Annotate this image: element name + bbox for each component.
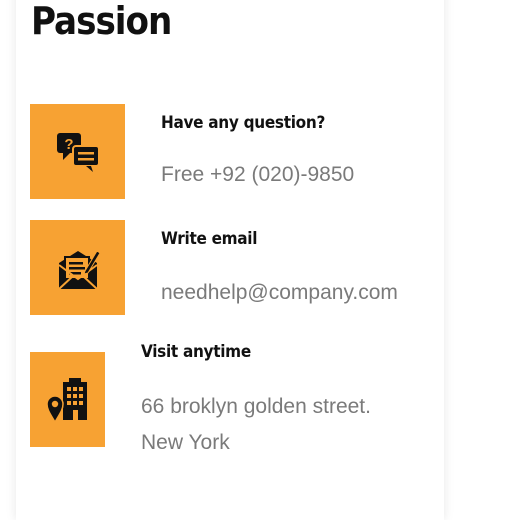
address-line2: New York [141,431,230,454]
page-title: Passion [31,0,172,43]
phone-number[interactable]: Free +92 (020)-9850 [161,157,354,193]
address-line1: 66 broklyn golden street. [141,395,371,418]
question-icon-box: ? [30,104,125,199]
building-location-icon [45,377,87,422]
email-letter-icon [57,249,101,290]
location-icon-box [30,352,105,447]
email-address[interactable]: needhelp@company.com [161,275,398,311]
visit-heading: Visit anytime [141,342,251,362]
question-heading: Have any question? [161,113,326,133]
question-chat-icon: ? [56,132,100,172]
email-heading: Write email [161,229,258,249]
email-icon-box [30,220,125,315]
